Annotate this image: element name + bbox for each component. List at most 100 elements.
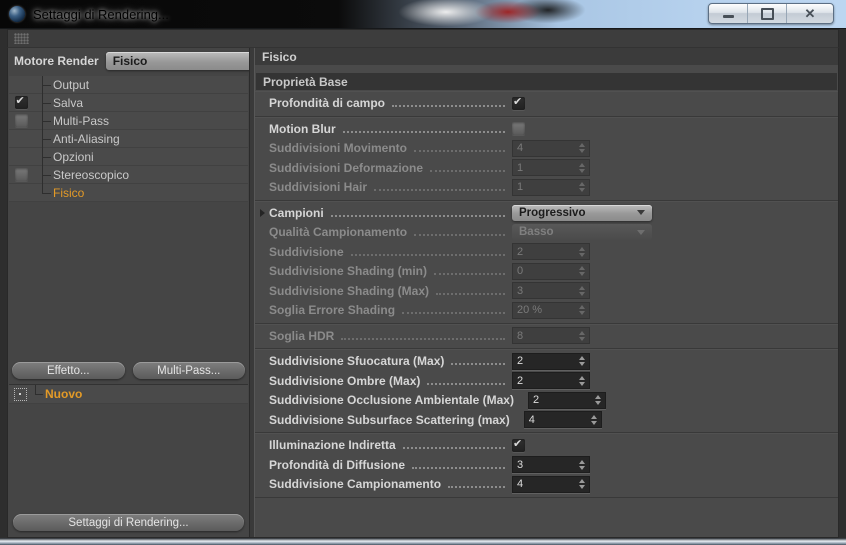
- stepper-value: 2: [517, 245, 524, 258]
- maximize-icon: [760, 7, 774, 20]
- dotted-leader: [412, 466, 505, 469]
- grip-dots-icon[interactable]: [14, 33, 29, 44]
- enable-checkbox[interactable]: [14, 95, 28, 109]
- stepper-value: 2: [517, 355, 524, 368]
- setting-row: Soglia Errore Shading 20 %: [255, 301, 838, 321]
- render-settings-window: Settaggi di Rendering... ✕ Motore Render…: [0, 0, 846, 545]
- setting-checkbox[interactable]: [512, 122, 525, 136]
- tree-checkbox-column: [9, 95, 33, 109]
- dotted-leader: [414, 150, 505, 152]
- stepper-value: 0: [517, 265, 524, 278]
- sidebar: Motore Render Fisico Output Salva Multi: [8, 48, 266, 537]
- setting-label: Suddivisione Occlusione Ambientale (Max): [269, 393, 514, 408]
- dotted-leader: [392, 105, 505, 107]
- dotted-leader: [448, 486, 505, 488]
- number-stepper[interactable]: 3: [512, 456, 590, 474]
- preset-item-nuovo[interactable]: Nuovo: [9, 385, 248, 404]
- stepper-value: 4: [517, 142, 524, 155]
- settings-group: Motion Blur Suddivisioni Movimento 4 Sud…: [255, 117, 838, 201]
- stepper-arrows-icon[interactable]: [579, 375, 585, 386]
- dotted-leader: [451, 363, 505, 365]
- setting-label: Suddivisioni Movimento: [269, 141, 408, 156]
- expander-arrow-icon[interactable]: [260, 208, 265, 217]
- tree-item-fisico[interactable]: Fisico: [9, 184, 248, 202]
- arrow-down-icon: [579, 149, 585, 154]
- dialog-body: Motore Render Fisico Output Salva Multi: [7, 48, 839, 538]
- settings-panel: Fisico Proprietà Base Profondità di camp…: [255, 48, 838, 537]
- setting-control-slot: 8: [512, 327, 828, 345]
- arrow-down-icon: [579, 252, 585, 257]
- titlebar[interactable]: Settaggi di Rendering... ✕: [0, 0, 846, 29]
- tree-item-label: Multi-Pass: [53, 113, 110, 128]
- setting-row: Suddivisione Campionamento 4: [255, 475, 838, 495]
- setting-row: Suddivisioni Movimento 4: [255, 139, 838, 159]
- setting-label: Suddivisione Campionamento: [269, 477, 442, 492]
- close-button[interactable]: ✕: [787, 4, 833, 23]
- tree-item-stereoscopico[interactable]: Stereoscopico: [9, 166, 248, 184]
- number-stepper[interactable]: 2: [512, 352, 590, 370]
- stepper-value: 1: [517, 181, 524, 194]
- setting-label: Suddivisione Ombre (Max): [269, 373, 421, 388]
- tree-item-multi-pass[interactable]: Multi-Pass: [9, 112, 248, 130]
- tree-item-label: Output: [53, 77, 90, 92]
- arrow-up-icon: [579, 305, 585, 310]
- arrow-down-icon: [579, 485, 585, 490]
- setting-label: Qualità Campionamento: [269, 225, 408, 240]
- tree-item-opzioni[interactable]: Opzioni: [9, 148, 248, 166]
- effect-button[interactable]: Effetto...: [12, 362, 125, 379]
- setting-row: Campioni Progressivo: [255, 203, 838, 223]
- setting-label: Soglia Errore Shading: [269, 303, 396, 318]
- setting-control-slot: 4: [512, 475, 828, 493]
- window-bottom-edge: [0, 538, 846, 545]
- setting-control-slot: 2: [512, 372, 828, 390]
- setting-row: Profondità di Diffusione 3: [255, 455, 838, 475]
- tree-branch-line: [35, 385, 45, 403]
- render-engine-dropdown[interactable]: Fisico: [105, 52, 266, 70]
- setting-control-slot: 4: [512, 139, 828, 157]
- dotted-leader: [414, 234, 505, 236]
- tree-item-label: Opzioni: [53, 149, 94, 164]
- number-stepper[interactable]: 4: [523, 411, 602, 429]
- stepper-arrows-icon[interactable]: [590, 414, 597, 425]
- dropdown-value: Progressivo: [519, 206, 586, 219]
- stepper-arrows-icon[interactable]: [594, 395, 601, 406]
- setting-control-slot: 2: [527, 391, 838, 409]
- setting-label: Campioni: [269, 205, 324, 220]
- render-engine-row: Motore Render Fisico: [9, 48, 266, 74]
- setting-row: Suddivisione Shading (Max) 3: [255, 281, 838, 301]
- minimize-button[interactable]: [709, 4, 748, 23]
- stepper-arrows-icon[interactable]: [579, 459, 585, 470]
- dialog-toolbar: [7, 29, 839, 48]
- maximize-button[interactable]: [748, 4, 787, 23]
- tree-item-salva[interactable]: Salva: [9, 94, 248, 112]
- setting-checkbox[interactable]: [512, 96, 525, 110]
- number-stepper[interactable]: 2: [512, 372, 590, 390]
- dotted-leader: [430, 169, 505, 172]
- stepper-arrows-icon[interactable]: [579, 479, 585, 490]
- settings-group: Suddivisione Sfuocatura (Max) 2 Suddivis…: [255, 349, 838, 433]
- stepper-arrows-icon[interactable]: [579, 356, 585, 367]
- setting-row: Profondità di campo: [255, 94, 838, 114]
- tree-branch-line: [42, 112, 53, 130]
- setting-dropdown: Basso: [512, 224, 652, 241]
- enable-checkbox[interactable]: [14, 168, 28, 181]
- render-settings-menu-button[interactable]: Settaggi di Rendering...: [13, 514, 244, 531]
- tree-item-anti-aliasing[interactable]: Anti-Aliasing: [9, 130, 248, 148]
- setting-control-slot: 1: [512, 159, 828, 177]
- setting-label: Illuminazione Indiretta: [269, 438, 396, 453]
- arrow-up-icon: [579, 356, 585, 361]
- setting-dropdown[interactable]: Progressivo: [512, 204, 652, 221]
- enable-checkbox[interactable]: [14, 114, 28, 127]
- setting-checkbox[interactable]: [512, 438, 525, 452]
- minimize-icon: [722, 15, 734, 18]
- section-header[interactable]: Proprietà Base: [256, 73, 837, 90]
- arrow-up-icon: [594, 395, 601, 400]
- number-stepper[interactable]: 4: [512, 475, 590, 493]
- number-stepper[interactable]: 2: [527, 391, 606, 409]
- tree-item-output[interactable]: Output: [9, 76, 248, 94]
- dotted-leader: [434, 273, 505, 275]
- tree-item-label: Stereoscopico: [53, 167, 130, 182]
- tree-branch-line: [42, 148, 53, 166]
- multipass-button[interactable]: Multi-Pass...: [132, 362, 245, 379]
- tree-item-label: Salva: [53, 95, 84, 110]
